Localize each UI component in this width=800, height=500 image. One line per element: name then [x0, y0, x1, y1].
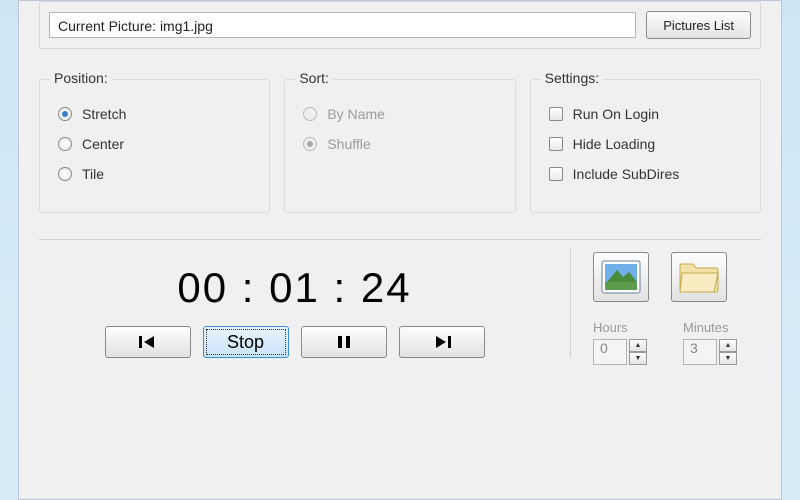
hours-down-button[interactable]: ▼: [629, 352, 647, 365]
chevron-up-icon: ▲: [635, 342, 642, 349]
sort-group: Sort: By Name Shuffle: [284, 79, 515, 213]
chevron-up-icon: ▲: [725, 342, 732, 349]
options-row: Position: Stretch Center Tile Sort: By N…: [39, 79, 761, 213]
radio-icon: [58, 107, 72, 121]
hours-value[interactable]: 0: [593, 339, 627, 365]
option-label: By Name: [327, 106, 385, 122]
current-picture-label-prefix: Current Picture:: [58, 18, 160, 34]
chevron-down-icon: ▼: [635, 355, 642, 362]
minutes-down-button[interactable]: ▼: [719, 352, 737, 365]
interval-panel: Hours 0 ▲ ▼ Minutes 3 ▲: [571, 248, 761, 365]
minutes-spinner-col: Minutes 3 ▲ ▼: [683, 320, 755, 365]
picture-icon: [601, 260, 641, 294]
app-panel: Current Picture: img1.jpg Pictures List …: [18, 0, 782, 500]
current-picture-field: Current Picture: img1.jpg: [49, 12, 636, 38]
checkbox-icon: [549, 107, 563, 121]
playback-controls: Stop: [39, 326, 550, 358]
pause-icon: [337, 335, 351, 349]
position-group: Position: Stretch Center Tile: [39, 79, 270, 213]
settings-option-includesubdirs[interactable]: Include SubDires: [549, 166, 742, 182]
position-option-tile[interactable]: Tile: [58, 166, 251, 182]
next-button[interactable]: [399, 326, 485, 358]
settings-group: Settings: Run On Login Hide Loading Incl…: [530, 79, 761, 213]
minutes-up-button[interactable]: ▲: [719, 339, 737, 352]
settings-title: Settings:: [541, 70, 603, 86]
divider: [39, 239, 761, 240]
option-label: Stretch: [82, 106, 126, 122]
timer-panel: 00 : 01 : 24 Stop: [39, 248, 571, 358]
option-label: Include SubDires: [573, 166, 680, 182]
timer-display: 00 : 01 : 24: [39, 264, 550, 312]
option-label: Shuffle: [327, 136, 370, 152]
option-label: Center: [82, 136, 124, 152]
skip-next-icon: [432, 335, 452, 349]
radio-icon: [58, 167, 72, 181]
sort-option-byname: By Name: [303, 106, 496, 122]
checkbox-icon: [549, 137, 563, 151]
hours-spinner-col: Hours 0 ▲ ▼: [593, 320, 665, 365]
chevron-down-icon: ▼: [725, 355, 732, 362]
option-label: Tile: [82, 166, 104, 182]
pause-button[interactable]: [301, 326, 387, 358]
choose-picture-button[interactable]: [593, 252, 649, 302]
hours-label: Hours: [593, 320, 665, 335]
position-option-stretch[interactable]: Stretch: [58, 106, 251, 122]
hours-spinner-buttons: ▲ ▼: [629, 339, 647, 365]
hours-spinner[interactable]: 0 ▲ ▼: [593, 339, 665, 365]
interval-spinners: Hours 0 ▲ ▼ Minutes 3 ▲: [593, 320, 761, 365]
sort-option-shuffle: Shuffle: [303, 136, 496, 152]
settings-option-runonlogin[interactable]: Run On Login: [549, 106, 742, 122]
minutes-value[interactable]: 3: [683, 339, 717, 365]
checkbox-icon: [549, 167, 563, 181]
radio-icon: [303, 107, 317, 121]
sort-title: Sort:: [295, 70, 333, 86]
position-title: Position:: [50, 70, 112, 86]
hours-up-button[interactable]: ▲: [629, 339, 647, 352]
skip-previous-icon: [138, 335, 158, 349]
bottom-area: 00 : 01 : 24 Stop: [39, 248, 761, 365]
minutes-spinner[interactable]: 3 ▲ ▼: [683, 339, 755, 365]
settings-option-hideloading[interactable]: Hide Loading: [549, 136, 742, 152]
choose-folder-button[interactable]: [671, 252, 727, 302]
position-option-center[interactable]: Center: [58, 136, 251, 152]
minutes-spinner-buttons: ▲ ▼: [719, 339, 737, 365]
previous-button[interactable]: [105, 326, 191, 358]
option-label: Hide Loading: [573, 136, 656, 152]
current-picture-filename: img1.jpg: [160, 18, 213, 34]
radio-icon: [58, 137, 72, 151]
current-picture-group: Current Picture: img1.jpg Pictures List: [39, 1, 761, 49]
pictures-list-button[interactable]: Pictures List: [646, 11, 751, 39]
folder-icon: [678, 260, 720, 294]
icon-button-row: [593, 252, 761, 302]
radio-icon: [303, 137, 317, 151]
minutes-label: Minutes: [683, 320, 755, 335]
option-label: Run On Login: [573, 106, 659, 122]
stop-button[interactable]: Stop: [203, 326, 289, 358]
